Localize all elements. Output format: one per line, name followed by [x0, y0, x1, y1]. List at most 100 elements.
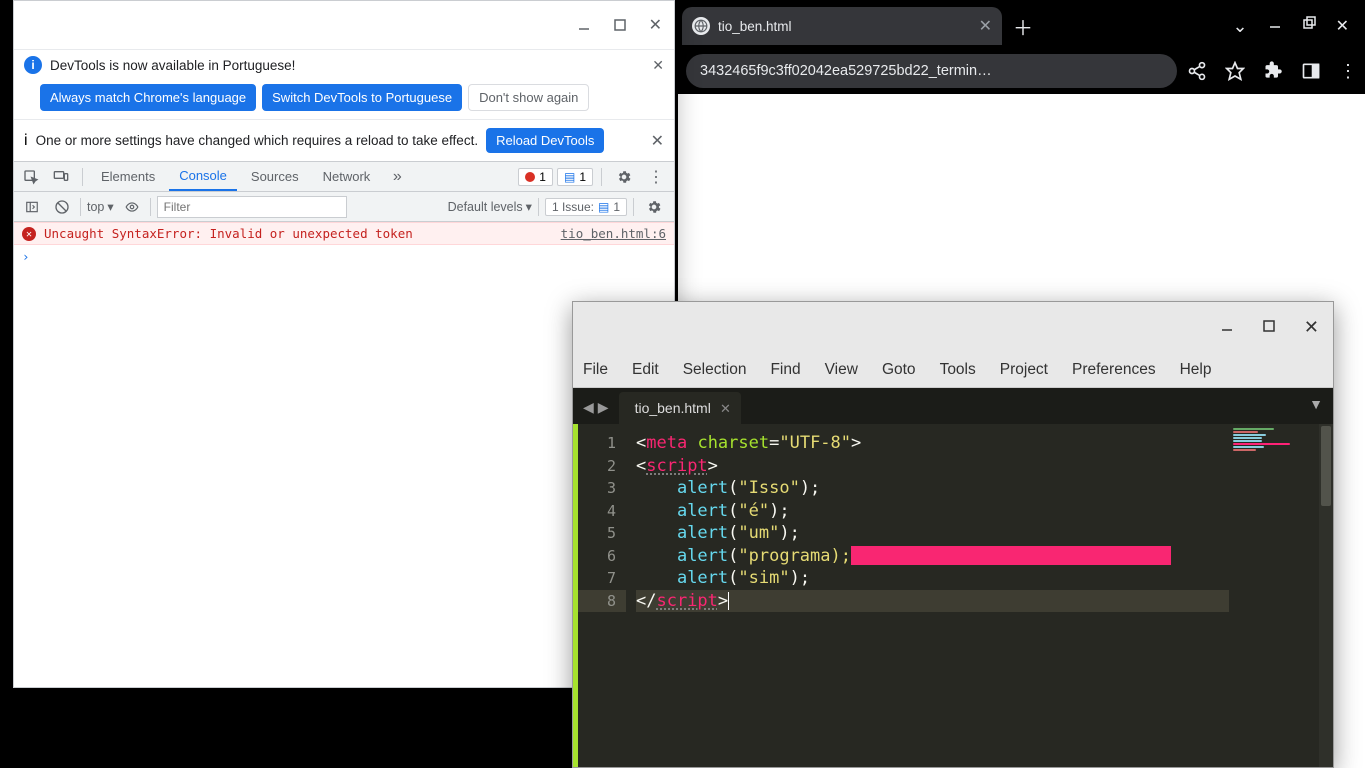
scrollbar[interactable]: [1319, 424, 1333, 767]
tab-elements[interactable]: Elements: [91, 163, 165, 190]
notice-text: DevTools is now available in Portuguese!: [50, 58, 295, 73]
clear-console-icon[interactable]: [50, 195, 74, 219]
dont-show-button[interactable]: Don't show again: [468, 84, 589, 111]
close-icon[interactable]: ✕: [1304, 317, 1319, 338]
reload-devtools-button[interactable]: Reload DevTools: [486, 128, 604, 153]
minimize-icon[interactable]: [1220, 319, 1236, 335]
line-num: 1: [584, 432, 616, 455]
line-num: 7: [584, 567, 616, 590]
restore-icon[interactable]: [1302, 16, 1316, 37]
code-line: alert("um");: [636, 522, 1229, 545]
menu-selection[interactable]: Selection: [683, 361, 747, 379]
issue-icon: ▤: [598, 200, 609, 214]
editor-menubar: File Edit Selection Find View Goto Tools…: [573, 352, 1333, 388]
always-match-button[interactable]: Always match Chrome's language: [40, 84, 256, 111]
kebab-icon[interactable]: ⋮: [1339, 61, 1357, 82]
close-icon[interactable]: ✕: [649, 15, 662, 35]
editor-body: ◀ ▶ tio_ben.html ✕ ▼ 1 2 3 4 5 6 7 8 <me…: [573, 388, 1333, 767]
minimap[interactable]: [1229, 424, 1319, 767]
error-icon: ✕: [22, 227, 36, 241]
browser-tab[interactable]: tio_ben.html ✕: [682, 7, 1002, 45]
error-message: Uncaught SyntaxError: Invalid or unexpec…: [44, 226, 413, 241]
tab-strip: tio_ben.html ✕ ＋ ⌄ ✕: [678, 0, 1365, 48]
maximize-icon[interactable]: [1262, 319, 1278, 335]
dismiss-icon[interactable]: ✕: [651, 131, 664, 151]
more-tabs-icon[interactable]: »: [384, 164, 410, 190]
issues-count: 1: [613, 200, 620, 214]
code-line: alert("Isso");: [636, 477, 1229, 500]
reload-text: One or more settings have changed which …: [36, 133, 479, 148]
devtools-tabs: Elements Console Sources Network » 1 ▤1 …: [14, 162, 674, 192]
file-tab[interactable]: tio_ben.html ✕: [619, 392, 741, 424]
message-count-badge[interactable]: ▤1: [557, 168, 593, 186]
error-dot-icon: [525, 172, 535, 182]
console-error-row[interactable]: ✕ Uncaught SyntaxError: Invalid or unexp…: [14, 222, 674, 245]
console-prompt[interactable]: ›: [14, 245, 674, 268]
switch-language-button[interactable]: Switch DevTools to Portuguese: [262, 84, 462, 111]
maximize-icon[interactable]: [613, 18, 627, 32]
code-editor[interactable]: 1 2 3 4 5 6 7 8 <meta charset="UTF-8"><s…: [573, 424, 1333, 767]
line-num: 3: [584, 477, 616, 500]
error-source-link[interactable]: tio_ben.html:6: [561, 226, 666, 241]
tab-console[interactable]: Console: [169, 162, 237, 191]
prompt-icon: ›: [22, 249, 30, 264]
tab-network[interactable]: Network: [313, 163, 381, 190]
cursor-icon: [728, 592, 729, 610]
menu-view[interactable]: View: [825, 361, 858, 379]
omnibox[interactable]: 3432465f9c3ff02042ea529725bd22_termin…: [686, 54, 1177, 88]
chevron-down-icon[interactable]: ⌄: [1233, 16, 1248, 37]
nav-forward-icon[interactable]: ▶: [598, 399, 609, 416]
error-count-badge[interactable]: 1: [518, 168, 553, 186]
code-line: alert("é");: [636, 500, 1229, 523]
device-icon[interactable]: [48, 164, 74, 190]
filter-input[interactable]: [157, 196, 347, 218]
code-line: alert("sim");: [636, 567, 1229, 590]
sidebar-toggle-icon[interactable]: [20, 195, 44, 219]
menu-goto[interactable]: Goto: [882, 361, 916, 379]
gear-icon[interactable]: [640, 199, 668, 215]
scrollbar-thumb[interactable]: [1321, 426, 1331, 506]
line-num: 4: [584, 500, 616, 523]
devtools-titlebar: ✕: [14, 1, 674, 49]
sidepanel-icon[interactable]: [1301, 61, 1321, 81]
nav-back-icon[interactable]: ◀: [583, 399, 594, 416]
line-num: 2: [584, 455, 616, 478]
tab-dropdown-icon[interactable]: ▼: [1309, 396, 1323, 412]
kebab-icon[interactable]: ⋮: [642, 167, 670, 187]
menu-tools[interactable]: Tools: [940, 361, 976, 379]
share-icon[interactable]: [1187, 61, 1207, 81]
extensions-icon[interactable]: [1263, 61, 1283, 81]
live-expression-icon[interactable]: [120, 195, 144, 219]
browser-chrome: tio_ben.html ✕ ＋ ⌄ ✕ 3432465f9c3ff02042e…: [678, 0, 1365, 108]
menu-project[interactable]: Project: [1000, 361, 1048, 379]
dismiss-icon[interactable]: ✕: [652, 57, 664, 74]
window-controls: ⌄ ✕: [1233, 16, 1362, 37]
editor-titlebar: ✕: [573, 302, 1333, 352]
globe-icon: [692, 17, 710, 35]
menu-edit[interactable]: Edit: [632, 361, 659, 379]
error-count: 1: [539, 170, 546, 184]
editor-window: ✕ File Edit Selection Find View Goto Too…: [572, 301, 1334, 768]
tab-close-icon[interactable]: ✕: [979, 16, 992, 36]
language-notice: i DevTools is now available in Portugues…: [14, 49, 674, 80]
menu-help[interactable]: Help: [1180, 361, 1212, 379]
message-icon: ▤: [564, 170, 575, 184]
log-levels-selector[interactable]: Default levels ▾: [448, 199, 532, 214]
code-text[interactable]: <meta charset="UTF-8"><script> alert("Is…: [626, 424, 1229, 767]
new-tab-button[interactable]: ＋: [1008, 11, 1038, 41]
close-icon[interactable]: ✕: [1336, 16, 1349, 37]
line-numbers: 1 2 3 4 5 6 7 8: [578, 424, 626, 767]
inspect-icon[interactable]: [18, 164, 44, 190]
context-selector[interactable]: top ▾: [87, 199, 114, 214]
issues-badge[interactable]: 1 Issue: ▤ 1: [545, 198, 627, 216]
minimize-icon[interactable]: [577, 18, 591, 32]
tab-sources[interactable]: Sources: [241, 163, 309, 190]
star-icon[interactable]: [1225, 61, 1245, 81]
tab-close-icon[interactable]: ✕: [720, 401, 731, 417]
menu-find[interactable]: Find: [770, 361, 800, 379]
minimize-icon[interactable]: [1268, 16, 1282, 37]
gear-icon[interactable]: [610, 169, 638, 185]
menu-file[interactable]: File: [583, 361, 608, 379]
code-line: <script>: [636, 455, 1229, 478]
menu-preferences[interactable]: Preferences: [1072, 361, 1156, 379]
